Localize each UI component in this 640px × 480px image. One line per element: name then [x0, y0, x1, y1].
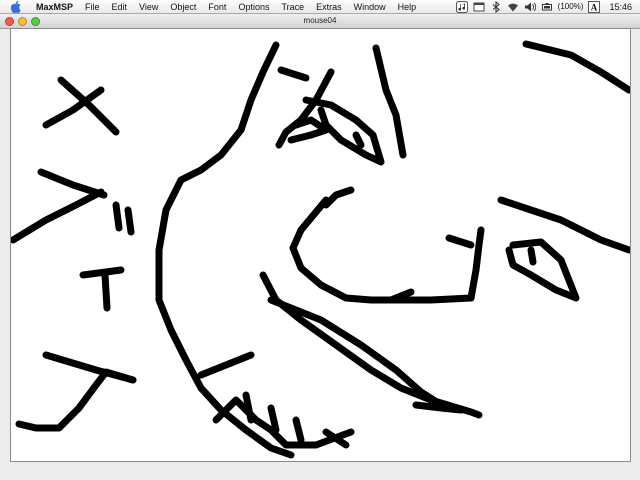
stroke: [287, 116, 330, 144]
menu-help[interactable]: Help: [392, 0, 423, 14]
stroke: [267, 404, 280, 434]
stroke: [522, 40, 630, 94]
stroke: [124, 206, 135, 236]
stroke: [155, 41, 295, 459]
window-title: mouse04: [303, 16, 337, 25]
menu-clock[interactable]: 15:46: [609, 2, 632, 12]
menu-file[interactable]: File: [79, 0, 106, 14]
menu-edit[interactable]: Edit: [106, 0, 134, 14]
music-note-icon[interactable]: [455, 0, 468, 13]
svg-text:A: A: [591, 2, 598, 12]
window-titlebar[interactable]: mouse04: [0, 14, 640, 29]
stroke: [372, 44, 407, 159]
stroke: [112, 201, 123, 232]
stroke: [197, 351, 255, 379]
menu-options[interactable]: Options: [232, 0, 275, 14]
menu-maxmsp[interactable]: MaxMSP: [30, 0, 79, 14]
window-icon[interactable]: [473, 1, 485, 13]
stroke: [289, 196, 475, 304]
menu-extras-status: (100%) A 15:46: [455, 0, 640, 13]
battery-icon[interactable]: [541, 1, 553, 13]
drawing-canvas[interactable]: [10, 28, 631, 462]
stroke: [242, 391, 255, 424]
battery-percent: (100%): [557, 2, 584, 11]
input-menu-icon[interactable]: A: [588, 0, 601, 13]
stroke: [15, 368, 137, 432]
stroke: [527, 246, 537, 266]
wifi-icon[interactable]: [507, 1, 519, 13]
menu-view[interactable]: View: [133, 0, 164, 14]
bluetooth-icon[interactable]: [490, 0, 502, 13]
menu-extras[interactable]: Extras: [310, 0, 348, 14]
apple-icon[interactable]: [8, 0, 22, 14]
menu-trace[interactable]: Trace: [275, 0, 310, 14]
stroke: [445, 234, 475, 249]
stroke: [11, 188, 105, 244]
menu-bar: MaxMSP File Edit View Object Font Option…: [0, 0, 640, 14]
stroke: [101, 271, 111, 312]
stroke: [292, 416, 305, 444]
stroke: [57, 76, 120, 136]
menu-window[interactable]: Window: [348, 0, 392, 14]
volume-icon[interactable]: [524, 1, 536, 13]
stroke: [322, 186, 355, 209]
stroke: [352, 131, 365, 149]
stroke: [467, 226, 485, 302]
menu-font[interactable]: Font: [202, 0, 232, 14]
stroke: [505, 238, 580, 302]
mouse-drawing: [11, 40, 630, 459]
menu-object[interactable]: Object: [164, 0, 202, 14]
stroke: [277, 66, 310, 82]
